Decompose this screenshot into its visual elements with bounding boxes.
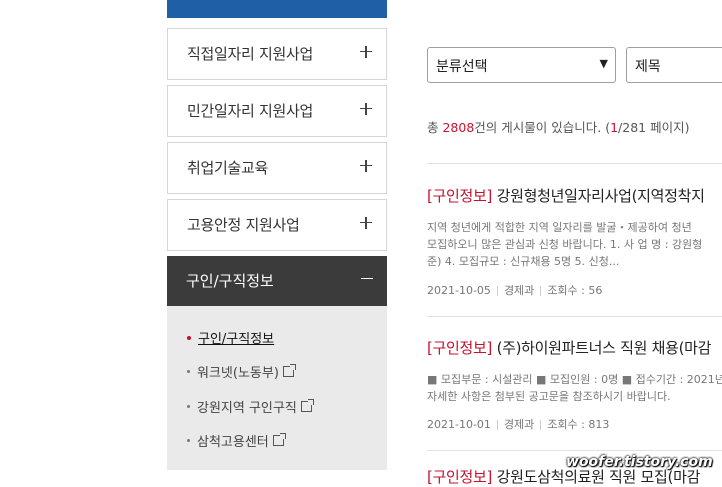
divider xyxy=(427,450,722,451)
plus-icon xyxy=(360,46,372,58)
category-select-value: 분류선택 xyxy=(436,59,488,75)
sidebar-item-label: 고용안정 지원사업 xyxy=(187,216,300,234)
total-count: 2808 xyxy=(442,120,475,135)
bullet-icon xyxy=(187,335,191,340)
external-link-icon xyxy=(282,364,296,377)
excerpt-line: ■ 모집부문 : 시설관리 ■ 모집인원 : 0명 ■ 접수기간 : 2021년 xyxy=(427,373,722,386)
sidebar-item-label: 구인/구직정보 xyxy=(186,272,274,290)
submenu-label: 워크넷(노동부) xyxy=(197,366,279,381)
sidebar-item-job-training[interactable]: 취업기술교육 xyxy=(167,142,387,194)
plus-icon xyxy=(360,103,372,115)
post-dept: 경제과 xyxy=(503,418,535,431)
sidebar-header-bar xyxy=(167,0,387,18)
sidebar-item-label: 취업기술교육 xyxy=(187,159,269,177)
submenu-label: 구인/구직정보 xyxy=(198,332,275,347)
sidebar-item-employment-stability[interactable]: 고용안정 지원사업 xyxy=(167,199,387,251)
plus-icon xyxy=(360,160,372,172)
post-category: [구인정보] xyxy=(427,339,493,357)
category-select[interactable]: 분류선택 ▼ xyxy=(427,47,616,83)
excerpt-line: 지역 청년에게 적합한 지역 일자리를 발굴・제공하여 청년 xyxy=(427,221,692,234)
post-excerpt: 지역 청년에게 적합한 지역 일자리를 발굴・제공하여 청년 모집하오니 많은 … xyxy=(427,219,722,270)
external-link-icon xyxy=(300,399,314,412)
count-suffix: /281 페이지) xyxy=(618,120,690,135)
post-title: 강원도삼척의료원 직원 모집(마감 xyxy=(492,468,701,486)
external-link-icon xyxy=(272,433,286,446)
post-title-link[interactable]: [구인정보] (주)하이원파트너스 직원 채용(마감 xyxy=(427,337,711,358)
submenu: 구인/구직정보 워크넷(노동부) 강원지역 구인구직 삼척고용센터 xyxy=(167,306,387,470)
sidebar-item-label: 민간일자리 지원사업 xyxy=(187,102,313,120)
divider xyxy=(427,316,722,317)
search-field-value: 제목 xyxy=(635,59,661,75)
post-category: [구인정보] xyxy=(427,468,493,486)
excerpt-line: 모집하오니 많은 관심과 신청 바랍니다. 1. 사 업 명 : 강원형 xyxy=(427,238,703,251)
current-page: 1 xyxy=(610,120,619,135)
bullet-icon xyxy=(187,405,190,408)
post-title-link[interactable]: [구인정보] 강원형청년일자리사업(지역정착지 xyxy=(427,185,705,206)
minus-icon xyxy=(361,273,373,285)
post-date: 2021-10-01 xyxy=(427,418,491,431)
excerpt-line: 준) 4. 모집규모 : 신규채용 5명 5. 신청... xyxy=(427,255,620,268)
submenu-item-worknet[interactable]: 워크넷(노동부) xyxy=(187,362,296,381)
watermark: woofer.tistory.com xyxy=(566,454,713,470)
post-meta: 2021-10-05 경제과 조회수 : 56 xyxy=(427,282,602,298)
submenu-label: 강원지역 구인구직 xyxy=(197,401,297,416)
excerpt-line: 자세한 사항은 첨부된 공고문을 참조하시기 바랍니다. xyxy=(427,390,671,403)
post-title: 강원형청년일자리사업(지역정착지 xyxy=(492,187,705,205)
post-category: [구인정보] xyxy=(427,187,493,205)
post-title: (주)하이원파트너스 직원 채용(마감 xyxy=(492,339,712,357)
count-prefix: 총 xyxy=(427,120,443,135)
plus-icon xyxy=(360,217,372,229)
result-count: 총 2808건의 게시물이 있습니다. (1/281 페이지) xyxy=(427,117,689,136)
divider xyxy=(427,163,722,164)
sidebar-item-private-jobs[interactable]: 민간일자리 지원사업 xyxy=(167,85,387,137)
submenu-item-job-info[interactable]: 구인/구직정보 xyxy=(187,328,274,347)
bullet-icon xyxy=(187,370,190,373)
bullet-icon xyxy=(187,439,190,442)
sidebar-item-label: 직접일자리 지원사업 xyxy=(187,45,313,63)
count-mid: 건의 게시물이 있습니다. ( xyxy=(474,120,611,135)
post-views: 조회수 : 56 xyxy=(547,284,603,297)
submenu-item-gangwon-jobs[interactable]: 강원지역 구인구직 xyxy=(187,397,314,416)
post-dept: 경제과 xyxy=(503,284,535,297)
submenu-label: 삼척고용센터 xyxy=(197,435,269,450)
submenu-item-samcheok-center[interactable]: 삼척고용센터 xyxy=(187,431,286,450)
post-views: 조회수 : 813 xyxy=(547,418,610,431)
sidebar-item-job-info[interactable]: 구인/구직정보 xyxy=(167,256,387,306)
post-date: 2021-10-05 xyxy=(427,284,491,297)
search-field-select[interactable]: 제목 xyxy=(626,47,722,83)
post-excerpt: ■ 모집부문 : 시설관리 ■ 모집인원 : 0명 ■ 접수기간 : 2021년… xyxy=(427,371,722,405)
sidebar-item-direct-jobs[interactable]: 직접일자리 지원사업 xyxy=(167,28,387,80)
chevron-down-icon: ▼ xyxy=(599,57,608,70)
post-meta: 2021-10-01 경제과 조회수 : 813 xyxy=(427,416,609,432)
